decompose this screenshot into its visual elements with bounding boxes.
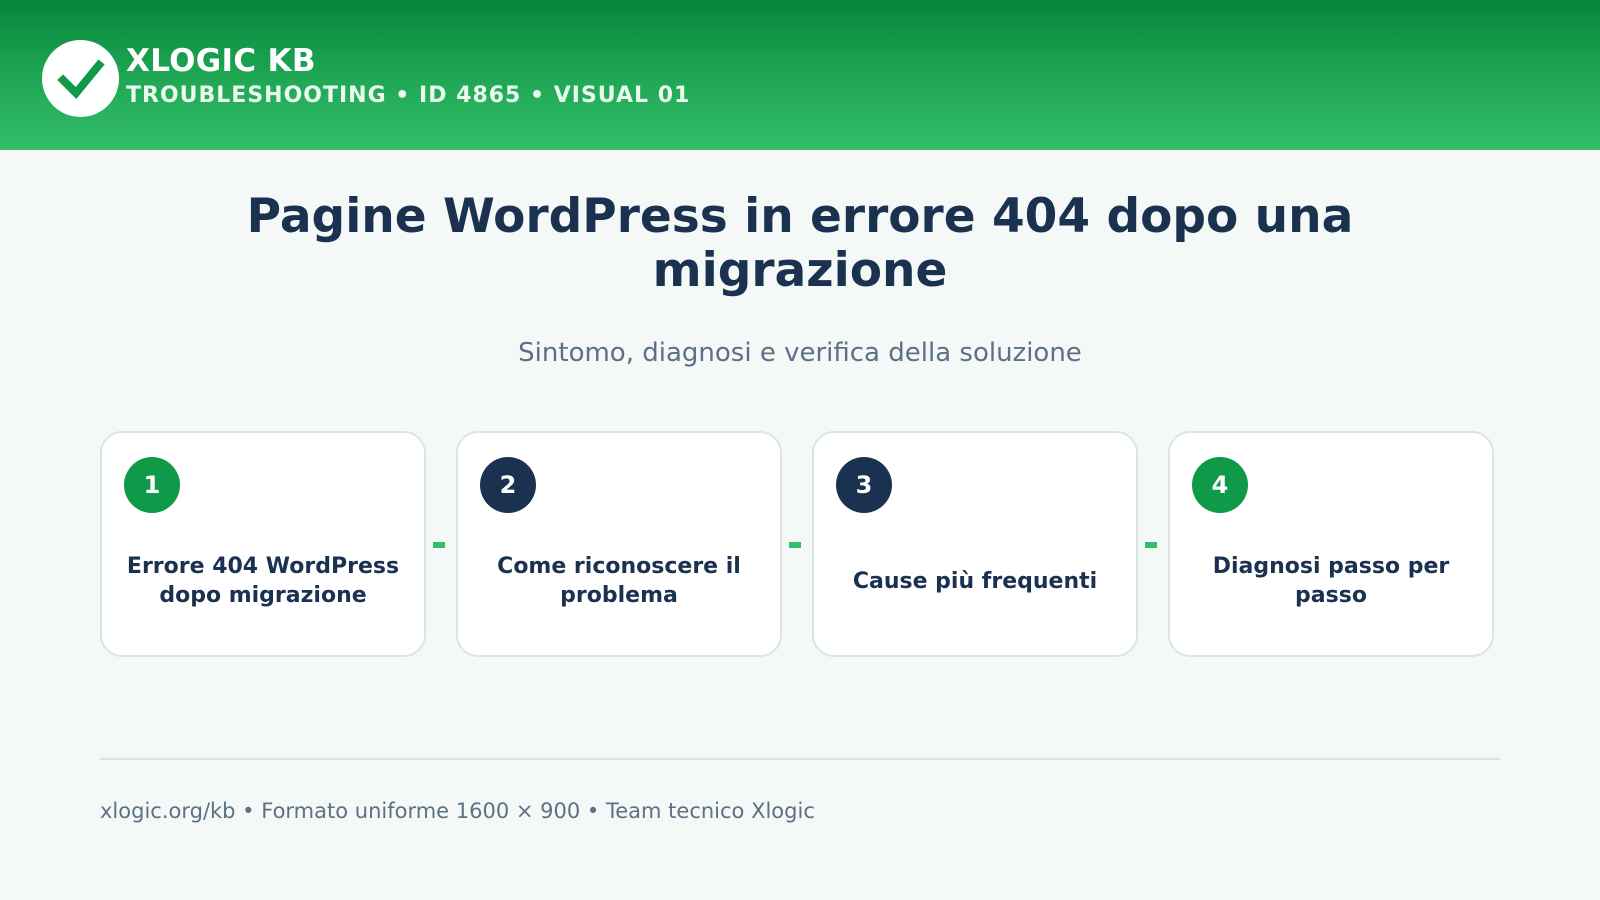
step-card-4: 4 Diagnosi passo per passo: [1168, 431, 1494, 657]
step-number-badge: 3: [836, 457, 892, 513]
step-card-1: 1 Errore 404 WordPress dopo migrazione: [100, 431, 426, 657]
step-card-2: 2 Come riconoscere il problema: [456, 431, 782, 657]
page-title: Pagine WordPress in errore 404 dopo una …: [246, 189, 1354, 298]
step-label: Diagnosi passo per passo: [1212, 554, 1450, 608]
header-banner: XLOGIC KB TROUBLESHOOTING • ID 4865 • VI…: [0, 0, 1600, 150]
page-subtitle: Sintomo, diagnosi e verifica della soluz…: [518, 338, 1082, 368]
footer-divider: [100, 758, 1500, 760]
step-number-badge: 2: [480, 457, 536, 513]
checkmark-icon: [56, 58, 105, 99]
step-connector: [1145, 542, 1157, 548]
brand-name: XLOGIC KB: [126, 43, 316, 79]
page: XLOGIC KB TROUBLESHOOTING • ID 4865 • VI…: [0, 0, 1600, 900]
step-connector: [433, 542, 445, 548]
step-number-badge: 1: [124, 457, 180, 513]
step-number-badge: 4: [1192, 457, 1248, 513]
steps-row: 1 Errore 404 WordPress dopo migrazione 2…: [100, 431, 1500, 661]
step-label: Cause più frequenti: [852, 568, 1098, 594]
brand-subtitle: TROUBLESHOOTING • ID 4865 • VISUAL 01: [126, 83, 691, 108]
footer-text: xlogic.org/kb • Formato uniforme 1600 × …: [100, 799, 815, 823]
step-label: Come riconoscere il problema: [497, 554, 741, 608]
step-connector: [789, 542, 801, 548]
step-label: Errore 404 WordPress dopo migrazione: [126, 554, 400, 608]
step-card-3: 3 Cause più frequenti: [812, 431, 1138, 657]
logo-badge: [42, 40, 119, 117]
